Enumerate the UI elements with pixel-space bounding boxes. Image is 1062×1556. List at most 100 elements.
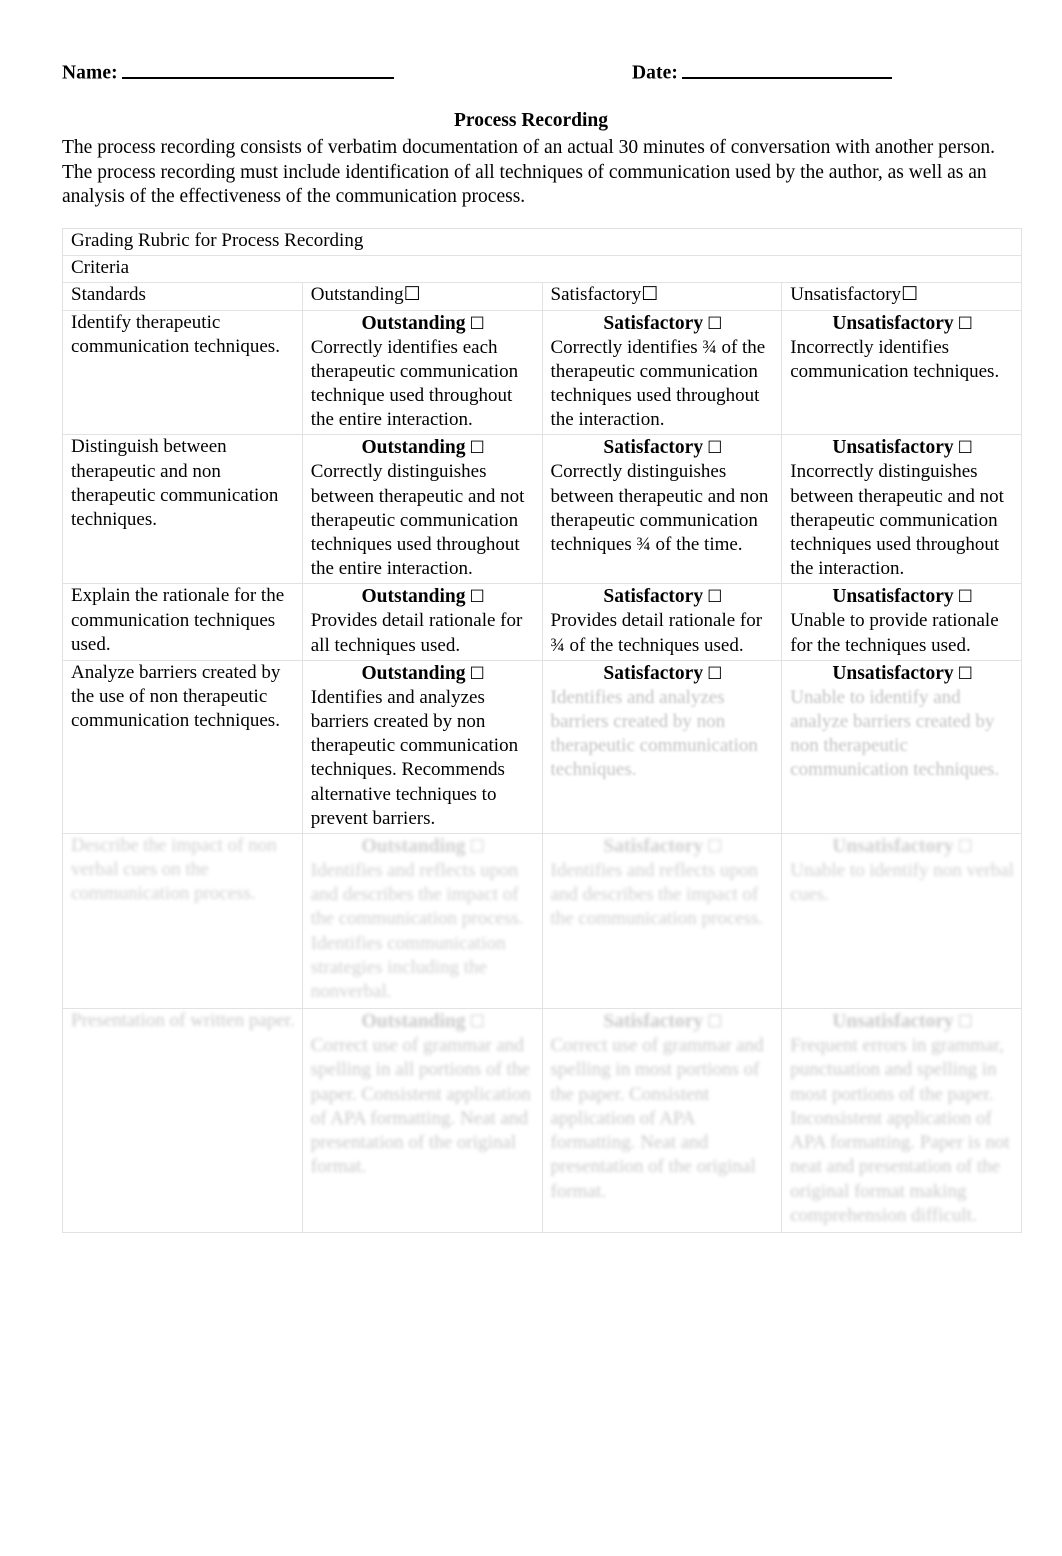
criteria-cell-unsatisfactory: Unsatisfactory ☐ Incorrectly distinguishe… bbox=[781, 434, 1022, 585]
checkbox-icon[interactable]: ☐ bbox=[958, 435, 973, 460]
checkbox-icon[interactable]: ☐ bbox=[958, 1009, 973, 1034]
rating-label-outstanding: Outstanding ☐ bbox=[311, 435, 536, 460]
rating-label-unsatisfactory: Unsatisfactory ☐ bbox=[790, 435, 1015, 460]
standard-text: Analyze barriers created by the use of n… bbox=[71, 661, 281, 732]
grading-rubric-table: Grading Rubric for Process Recording Cri… bbox=[62, 227, 1022, 1233]
date-field-group: Date: bbox=[632, 58, 892, 85]
rating-label-text: Outstanding bbox=[361, 586, 466, 608]
standard-text: Identify therapeutic communication techn… bbox=[71, 311, 280, 357]
standard-cell: Describe the impact of non verbal cues o… bbox=[62, 833, 303, 1010]
standard-text: Presentation of written paper. bbox=[71, 1010, 295, 1032]
rating-label-unsatisfactory: Unsatisfactory ☐ bbox=[790, 834, 1015, 859]
criteria-text: Correctly distinguishes between therapeu… bbox=[310, 461, 525, 580]
page-title: Process Recording bbox=[454, 110, 608, 131]
criteria-cell-satisfactory: Satisfactory ☐ Identifies and reflects up… bbox=[541, 833, 783, 1010]
checkbox-icon[interactable]: ☐ bbox=[707, 435, 722, 460]
column-header-satisfactory-label: Satisfactory bbox=[550, 284, 642, 306]
rubric-title: Grading Rubric for Process Recording bbox=[62, 227, 1022, 257]
table-header-row: Standards Outstanding☐ Satisfactory☐ Uns… bbox=[62, 282, 1022, 311]
checkbox-icon[interactable]: ☐ bbox=[707, 661, 722, 686]
standard-cell: Distinguish between therapeutic and non … bbox=[62, 434, 303, 585]
rating-label-text: Satisfactory bbox=[603, 312, 704, 334]
rating-label-text: Outstanding bbox=[361, 662, 466, 684]
table-title-row: Grading Rubric for Process Recording bbox=[62, 227, 1022, 257]
criteria-text: Correct use of grammar and spelling in m… bbox=[550, 1035, 764, 1202]
checkbox-icon[interactable]: ☐ bbox=[707, 584, 722, 609]
column-header-unsatisfactory: Unsatisfactory☐ bbox=[781, 282, 1022, 311]
standard-text: Describe the impact of non verbal cues o… bbox=[71, 835, 277, 905]
checkbox-icon[interactable]: ☐ bbox=[470, 435, 485, 460]
criteria-text: Correctly identifies ¾ of the therapeuti… bbox=[550, 336, 766, 431]
rating-label-outstanding: Outstanding ☐ bbox=[311, 1009, 536, 1034]
criteria-cell-outstanding: Outstanding ☐ Correct use of grammar and … bbox=[301, 1008, 543, 1233]
checkbox-icon[interactable]: ☐ bbox=[707, 834, 722, 859]
criteria-text: Identifies and analyzes barriers created… bbox=[550, 686, 758, 781]
rating-label-unsatisfactory: Unsatisfactory ☐ bbox=[790, 311, 1015, 336]
standard-cell: Presentation of written paper. bbox=[62, 1008, 303, 1233]
column-header-unsatisfactory-label: Unsatisfactory bbox=[790, 284, 902, 306]
rating-label-outstanding: Outstanding ☐ bbox=[311, 584, 536, 609]
criteria-text: Unable to identify non verbal cues. bbox=[790, 860, 1014, 906]
column-header-outstanding: Outstanding☐ bbox=[301, 282, 543, 311]
checkbox-icon[interactable]: ☐ bbox=[470, 834, 485, 859]
rating-label-satisfactory: Satisfactory ☐ bbox=[551, 584, 776, 609]
checkbox-icon[interactable]: ☐ bbox=[901, 284, 918, 305]
rating-label-text: Outstanding bbox=[361, 312, 466, 334]
rating-label-satisfactory: Satisfactory ☐ bbox=[551, 435, 776, 460]
checkbox-icon[interactable]: ☐ bbox=[958, 311, 973, 336]
rating-label-text: Satisfactory bbox=[603, 586, 704, 608]
standard-cell: Explain the rationale for the communicat… bbox=[62, 583, 303, 661]
rating-label-unsatisfactory: Unsatisfactory ☐ bbox=[790, 661, 1015, 686]
criteria-cell-outstanding: Outstanding ☐ Identifies and reflects upo… bbox=[301, 833, 543, 1010]
criteria-cell-outstanding: Outstanding ☐ Correctly distinguishes bet… bbox=[301, 434, 543, 585]
checkbox-icon[interactable]: ☐ bbox=[470, 311, 485, 336]
checkbox-icon[interactable]: ☐ bbox=[958, 834, 973, 859]
rating-label-outstanding: Outstanding ☐ bbox=[311, 834, 536, 859]
checkbox-icon[interactable]: ☐ bbox=[958, 661, 973, 686]
criteria-text: Incorrectly distinguishes between therap… bbox=[790, 461, 1004, 580]
rating-label-text: Unsatisfactory bbox=[832, 312, 954, 334]
criteria-cell-outstanding: Outstanding ☐ Identifies and analyzes bar… bbox=[301, 659, 543, 835]
rating-label-text: Unsatisfactory bbox=[832, 1011, 954, 1033]
rating-label-text: Unsatisfactory bbox=[832, 662, 954, 684]
checkbox-icon[interactable]: ☐ bbox=[958, 584, 973, 609]
date-label: Date: bbox=[632, 62, 678, 84]
criteria-text: Correct use of grammar and spelling in a… bbox=[310, 1035, 531, 1178]
checkbox-icon[interactable]: ☐ bbox=[641, 284, 658, 305]
checkbox-icon[interactable]: ☐ bbox=[404, 284, 421, 305]
rating-label-text: Outstanding bbox=[361, 437, 466, 459]
column-header-standards: Standards bbox=[62, 282, 303, 311]
table-row: Identify therapeutic communication techn… bbox=[62, 309, 1022, 436]
criteria-text: Correctly distinguishes between therapeu… bbox=[550, 461, 769, 556]
rating-label-satisfactory: Satisfactory ☐ bbox=[551, 311, 776, 336]
standard-cell: Analyze barriers created by the use of n… bbox=[62, 659, 303, 835]
criteria-text: Correctly identifies each therapeutic co… bbox=[310, 336, 519, 431]
checkbox-icon[interactable]: ☐ bbox=[470, 1009, 485, 1034]
rating-label-unsatisfactory: Unsatisfactory ☐ bbox=[790, 1009, 1015, 1034]
standard-cell: Identify therapeutic communication techn… bbox=[62, 309, 303, 436]
rating-label-text: Outstanding bbox=[361, 1011, 466, 1033]
criteria-cell-satisfactory: Satisfactory ☐ Identifies and analyzes ba… bbox=[541, 659, 783, 835]
criteria-cell-unsatisfactory: Unsatisfactory ☐ Incorrectly identifies c… bbox=[781, 309, 1022, 436]
criteria-text: Provides detail rationale for all techni… bbox=[310, 610, 523, 656]
checkbox-icon[interactable]: ☐ bbox=[707, 1009, 722, 1034]
rating-label-outstanding: Outstanding ☐ bbox=[311, 661, 536, 686]
rating-label-text: Unsatisfactory bbox=[832, 437, 954, 459]
checkbox-icon[interactable]: ☐ bbox=[470, 584, 485, 609]
checkbox-icon[interactable]: ☐ bbox=[707, 311, 722, 336]
name-field-group: Name: bbox=[62, 58, 394, 85]
name-write-in-line[interactable] bbox=[121, 58, 394, 79]
name-label: Name: bbox=[62, 62, 118, 84]
date-write-in-line[interactable] bbox=[681, 58, 892, 79]
criteria-text: Unable to identify and analyze barriers … bbox=[790, 686, 1000, 781]
rating-label-satisfactory: Satisfactory ☐ bbox=[551, 661, 776, 686]
rating-label-text: Satisfactory bbox=[603, 836, 704, 858]
intro-paragraph: The process recording consists of verbat… bbox=[62, 137, 996, 208]
criteria-cell-unsatisfactory: Unsatisfactory ☐ Frequent errors in gramm… bbox=[781, 1008, 1022, 1233]
checkbox-icon[interactable]: ☐ bbox=[470, 661, 485, 686]
criteria-cell-satisfactory: Satisfactory ☐ Correctly distinguishes be… bbox=[541, 434, 783, 585]
column-header-satisfactory: Satisfactory☐ bbox=[541, 282, 783, 311]
rating-label-text: Outstanding bbox=[361, 836, 466, 858]
column-header-outstanding-label: Outstanding bbox=[310, 284, 404, 306]
rating-label-satisfactory: Satisfactory ☐ bbox=[551, 1009, 776, 1034]
